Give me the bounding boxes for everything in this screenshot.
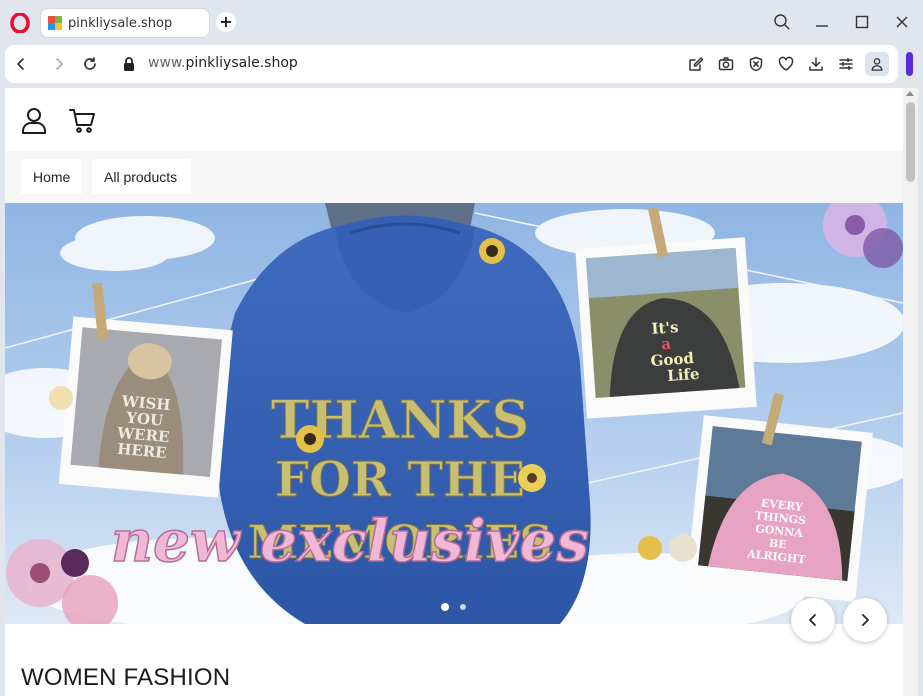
- edit-page-icon[interactable]: [686, 54, 706, 74]
- page-scrollbar[interactable]: [903, 88, 918, 696]
- tab-title: pinkliysale.shop: [68, 15, 173, 31]
- snapshot-camera-icon[interactable]: [716, 54, 736, 74]
- scroll-up-arrow-icon[interactable]: [906, 91, 914, 96]
- polaroid-left: WISH YOU WERE HERE: [58, 316, 233, 498]
- polaroid-bottom-right: EVERY THINGS GONNA BE ALRIGHT: [686, 415, 873, 602]
- site-favicon-icon: [48, 16, 62, 30]
- polaroid-top-right: It's a Good Life: [575, 237, 757, 419]
- sidebar-toggle[interactable]: [906, 52, 913, 76]
- close-window-icon[interactable]: [890, 10, 914, 34]
- new-tab-button[interactable]: +: [216, 12, 236, 32]
- download-icon[interactable]: [806, 54, 826, 74]
- nav-home[interactable]: Home: [21, 159, 82, 194]
- maximize-icon[interactable]: [850, 10, 874, 34]
- carousel-next-button[interactable]: [843, 598, 887, 642]
- profile-user-icon: [871, 58, 883, 71]
- scroll-thumb[interactable]: [906, 102, 915, 182]
- slide-dot-2[interactable]: [460, 604, 466, 610]
- hero-banner-image: THANKS FOR THE MEMORIES WISH YOU WERE HE…: [5, 203, 903, 624]
- user-icon[interactable]: [20, 106, 48, 134]
- chevron-left-icon: [809, 614, 816, 626]
- hoodie-text-line2: FOR THE: [275, 452, 525, 508]
- address-bar: www.pinkliysale.shop: [5, 45, 898, 83]
- easy-setup-icon[interactable]: [836, 54, 856, 74]
- carousel-prev-button[interactable]: [791, 598, 835, 642]
- banner-headline: new exclusives: [111, 507, 589, 575]
- reload-icon[interactable]: [80, 54, 100, 74]
- heart-icon[interactable]: [776, 54, 796, 74]
- adblock-shield-icon[interactable]: [746, 54, 766, 74]
- nav-all-products[interactable]: All products: [92, 159, 191, 194]
- page-viewport: Home All products THANKS FOR THE MEMORIE…: [5, 88, 903, 696]
- url-field[interactable]: www.pinkliysale.shop: [148, 55, 298, 71]
- plus-icon: +: [219, 12, 233, 31]
- main-menu: Home All products: [5, 151, 903, 203]
- profile-button[interactable]: [865, 52, 889, 76]
- lock-icon[interactable]: [119, 54, 139, 74]
- minimize-icon[interactable]: [810, 10, 834, 34]
- forward-arrow-icon[interactable]: [49, 54, 69, 74]
- slide-dot-1[interactable]: [441, 603, 449, 611]
- chevron-right-icon: [862, 614, 869, 626]
- section-title: WOMEN FASHION: [21, 664, 231, 691]
- tab-active[interactable]: pinkliysale.shop: [41, 9, 209, 37]
- hero-carousel[interactable]: THANKS FOR THE MEMORIES WISH YOU WERE HE…: [5, 203, 903, 624]
- opera-logo-icon[interactable]: [10, 12, 30, 34]
- browser-tab-bar: pinkliysale.shop +: [0, 0, 923, 44]
- back-arrow-icon[interactable]: [11, 54, 31, 74]
- site-header: [5, 88, 903, 151]
- polaroid-tr-line4: Life: [667, 365, 700, 385]
- cart-icon[interactable]: [68, 106, 96, 134]
- search-tabs-icon[interactable]: [770, 10, 794, 34]
